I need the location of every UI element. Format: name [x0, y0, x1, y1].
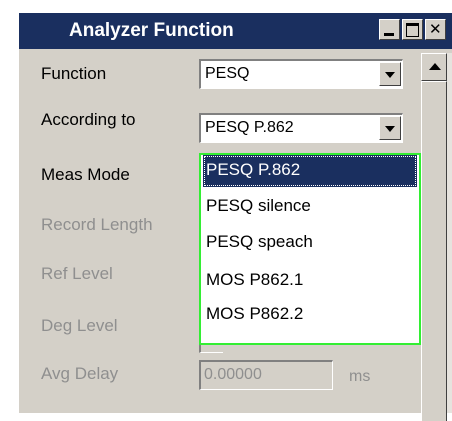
function-value: PESQ	[205, 65, 250, 82]
chevron-down-icon[interactable]	[379, 62, 401, 86]
dropdown-option[interactable]: PESQ silence	[203, 191, 417, 223]
according-to-label: According to	[41, 110, 136, 129]
according-to-select[interactable]: PESQ P.862	[199, 113, 403, 143]
avg-delay-field[interactable]: 0.00000	[199, 360, 333, 390]
dropdown-option[interactable]: PESQ P.862	[203, 155, 417, 187]
according-to-dropdown-list[interactable]: PESQ P.862 PESQ silence PESQ speach MOS …	[199, 153, 421, 345]
function-select[interactable]: PESQ	[199, 59, 403, 89]
dropdown-option[interactable]: MOS P862.1	[203, 265, 417, 297]
avg-delay-unit: ms	[349, 368, 371, 385]
avg-delay-label: Avg Delay	[41, 364, 119, 383]
analyzer-function-window: Analyzer Function Function PESQ Accordin…	[18, 12, 452, 421]
meas-mode-label: Meas Mode	[41, 165, 130, 184]
according-to-value: PESQ P.862	[205, 119, 294, 136]
avg-delay-value: 0.00000	[204, 366, 262, 383]
function-label: Function	[41, 64, 107, 83]
window-title: Analyzer Function	[69, 20, 234, 41]
scrollbar-thumb[interactable]	[421, 81, 447, 421]
ref-level-label: Ref Level	[41, 264, 113, 283]
scroll-up-icon[interactable]	[421, 53, 447, 81]
vertical-scrollbar[interactable]	[421, 53, 452, 421]
minimize-icon[interactable]	[379, 19, 400, 40]
dropdown-option[interactable]: PESQ speach	[203, 227, 417, 259]
maximize-icon[interactable]	[402, 19, 423, 40]
record-length-label: Record Length	[41, 215, 153, 234]
close-icon[interactable]	[425, 19, 446, 40]
chevron-down-icon[interactable]	[379, 116, 401, 140]
title-bar[interactable]: Analyzer Function	[19, 13, 452, 49]
deg-level-label: Deg Level	[41, 316, 118, 335]
dropdown-option[interactable]: MOS P862.2	[203, 299, 417, 331]
